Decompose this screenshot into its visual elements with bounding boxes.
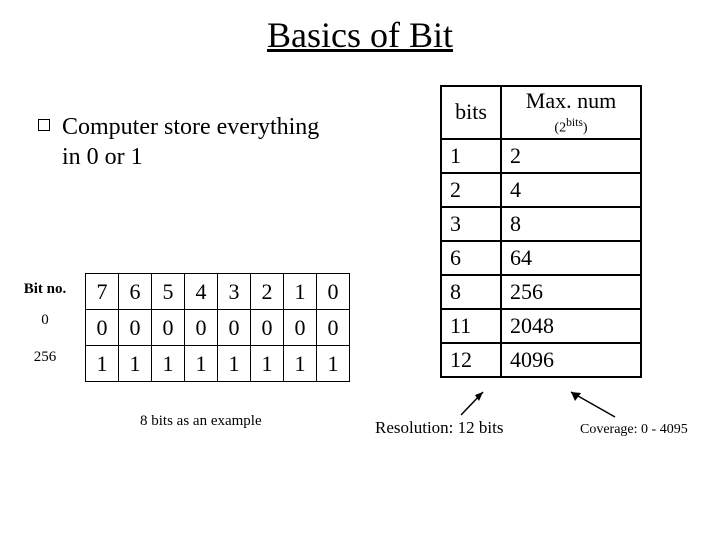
bits-cell: 5 [152,274,185,310]
bits-cell: 1 [218,346,251,382]
bits-caption: 8 bits as an example [140,413,262,430]
table-row: bits Max. num (2bits) [441,86,641,139]
bits-cell: 3 [218,274,251,310]
max-col-bits: bits [441,86,501,139]
max-col-max-label: Max. num [526,88,616,113]
bits-cell: 1 [119,346,152,382]
table-row: 24 [441,173,641,207]
table-row: 0 0 0 0 0 0 0 0 [86,310,350,346]
bits-cell: 1 [284,346,317,382]
bits-cell: 1 [86,346,119,382]
max-cell: 11 [441,309,501,343]
bits-row-label-256: 256 [15,350,75,365]
max-cell: 4096 [501,343,641,377]
table-row: 8256 [441,275,641,309]
table-row: 664 [441,241,641,275]
bits-cell: 0 [185,310,218,346]
bits-row-labels: Bit no. 0 256 [15,282,75,365]
table-row: 124096 [441,343,641,377]
max-col-max-sub: (2bits) [503,116,639,137]
bits-cell: 4 [185,274,218,310]
table-row: 38 [441,207,641,241]
bits-cell: 2 [251,274,284,310]
bits-row-label-header: Bit no. [15,282,75,297]
bullet-block: Computer store everything in 0 or 1 [38,112,338,172]
max-table: bits Max. num (2bits) 12 24 38 664 8256 … [440,85,642,378]
bits-table: 7 6 5 4 3 2 1 0 0 0 0 0 0 0 0 0 1 1 1 1 … [85,273,350,382]
max-cell: 4 [501,173,641,207]
bits-row-label-0: 0 [15,313,75,328]
max-cell: 8 [441,275,501,309]
max-cell: 8 [501,207,641,241]
bits-cell: 1 [185,346,218,382]
bits-cell: 0 [317,310,350,346]
bits-cell: 0 [86,310,119,346]
bits-cell: 0 [119,310,152,346]
bits-cell: 0 [152,310,185,346]
bullet-text: Computer store everything in 0 or 1 [62,112,338,172]
max-col-max: Max. num (2bits) [501,86,641,139]
table-row: 1 1 1 1 1 1 1 1 [86,346,350,382]
max-cell: 1 [441,139,501,173]
max-cell: 6 [441,241,501,275]
bits-cell: 1 [317,346,350,382]
bits-cell: 1 [251,346,284,382]
bits-cell: 0 [317,274,350,310]
bits-cell: 0 [218,310,251,346]
table-row: 112048 [441,309,641,343]
max-cell: 2 [501,139,641,173]
max-cell: 256 [501,275,641,309]
max-cell: 2 [441,173,501,207]
table-row: 7 6 5 4 3 2 1 0 [86,274,350,310]
resolution-label: Resolution: 12 bits [375,418,503,438]
bits-cell: 1 [284,274,317,310]
bits-cell: 7 [86,274,119,310]
table-row: 12 [441,139,641,173]
bits-cell: 6 [119,274,152,310]
bits-cell: 1 [152,346,185,382]
max-cell: 64 [501,241,641,275]
coverage-label: Coverage: 0 - 4095 [580,422,688,438]
bits-cell: 0 [284,310,317,346]
page-title: Basics of Bit [0,0,720,56]
max-cell: 2048 [501,309,641,343]
bullet-icon [38,119,50,131]
bits-cell: 0 [251,310,284,346]
arrow-coverage-icon [565,389,625,423]
max-cell: 3 [441,207,501,241]
max-cell: 12 [441,343,501,377]
